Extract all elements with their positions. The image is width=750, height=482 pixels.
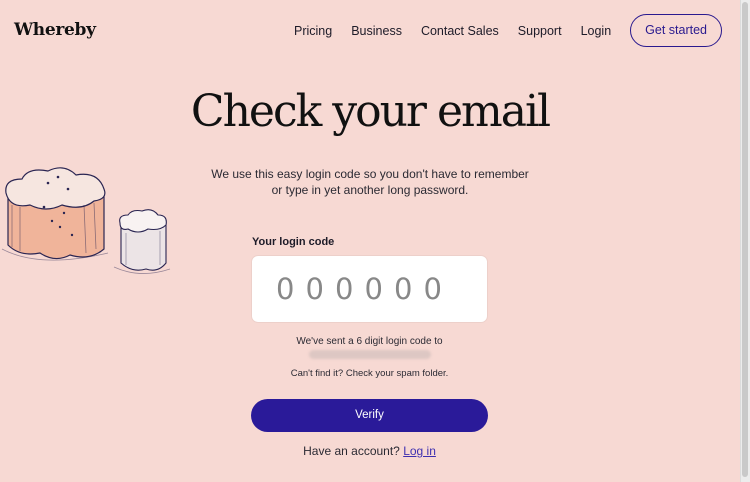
- nav-links: Pricing Business Contact Sales Support L…: [275, 14, 722, 47]
- login-code-input[interactable]: 0 0 0 0 0 0: [252, 256, 487, 322]
- code-digit-1[interactable]: 0: [276, 269, 306, 309]
- sent-code-text: We've sent a 6 digit login code to: [296, 336, 443, 347]
- nav-login[interactable]: Login: [581, 15, 612, 47]
- page-scrollbar[interactable]: [740, 0, 750, 482]
- nav-support[interactable]: Support: [518, 15, 562, 47]
- intro-text: We use this easy login code so you don't…: [211, 167, 529, 197]
- code-digit-3[interactable]: 0: [335, 269, 365, 309]
- code-digits: 0 0 0 0 0 0: [276, 269, 453, 309]
- login-link[interactable]: Log in: [403, 444, 436, 458]
- login-code-label: Your login code: [252, 236, 335, 248]
- redacted-email: [309, 350, 431, 359]
- cloud-jar-illustration: [1, 167, 171, 274]
- nav-contact-sales[interactable]: Contact Sales: [421, 15, 499, 47]
- code-digit-6[interactable]: 0: [424, 269, 454, 309]
- verify-button[interactable]: Verify: [251, 399, 488, 432]
- account-prompt: Have an account? Log in: [252, 444, 487, 458]
- whereby-logo[interactable]: Whereby: [14, 20, 96, 40]
- get-started-button[interactable]: Get started: [630, 14, 722, 47]
- scrollbar-thumb[interactable]: [742, 2, 748, 477]
- spam-folder-hint: Can't find it? Check your spam folder.: [290, 368, 449, 379]
- page-title: Check your email: [190, 86, 551, 137]
- top-navigation: Whereby Pricing Business Contact Sales S…: [0, 0, 750, 62]
- account-prompt-text: Have an account?: [303, 444, 400, 458]
- code-digit-4[interactable]: 0: [365, 269, 395, 309]
- code-digit-5[interactable]: 0: [394, 269, 424, 309]
- nav-business[interactable]: Business: [351, 15, 402, 47]
- nav-pricing[interactable]: Pricing: [294, 15, 332, 47]
- code-digit-2[interactable]: 0: [306, 269, 336, 309]
